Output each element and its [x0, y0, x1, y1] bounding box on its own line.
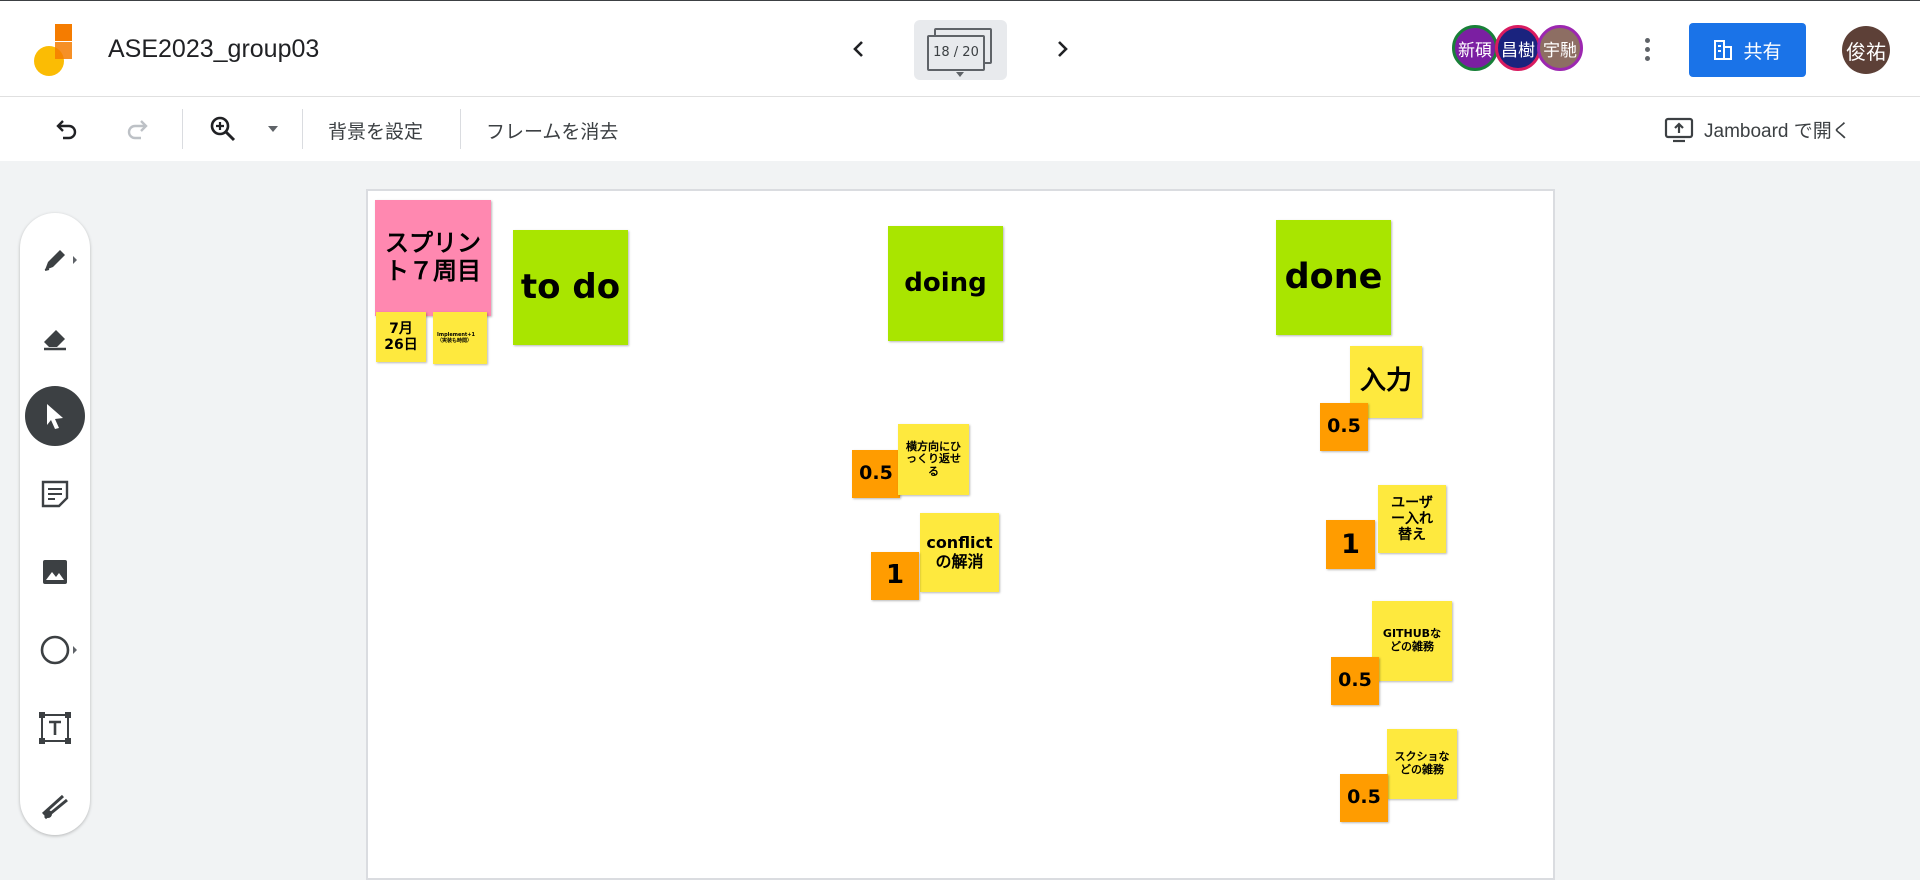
pen-icon [44, 250, 65, 271]
share-button[interactable]: 共有 [1689, 23, 1806, 77]
sticky-note-icon [41, 480, 69, 508]
eraser-tool[interactable] [25, 308, 85, 368]
previous-frame-button[interactable] [843, 33, 875, 65]
toolbar-divider [182, 109, 183, 149]
column-header-done[interactable]: done [1276, 220, 1391, 335]
zoom-menu-button[interactable] [255, 111, 291, 147]
open-in-jamboard-label: Jamboard で開く [1704, 120, 1851, 142]
text-box-tool[interactable] [25, 698, 85, 758]
select-icon [47, 404, 63, 429]
sticky-note[interactable]: 0.5 [852, 450, 900, 498]
open-in-jamboard-button[interactable]: Jamboard で開く [1664, 111, 1851, 147]
submenu-arrow-icon [73, 646, 77, 654]
shape-tool[interactable] [25, 620, 85, 680]
collaborator-avatar[interactable]: 新碩 [1452, 25, 1498, 71]
column-header-todo[interactable]: to do [513, 230, 628, 345]
chevron-right-icon [1058, 41, 1068, 57]
next-frame-button[interactable] [1046, 33, 1078, 65]
sticky-note[interactable]: 横方向にひっくり返せる [898, 424, 969, 495]
submenu-arrow-icon [73, 256, 77, 264]
app-header: ASE2023_group03 18 / 20 新碩 昌樹 宇馳 共有 俊祐 [0, 0, 1920, 97]
undo-icon [56, 120, 77, 140]
caret-down-icon [956, 72, 964, 77]
undo-button[interactable] [49, 111, 85, 147]
sticky-note[interactable]: Implement+1（実装も時間） [433, 312, 487, 364]
open-external-icon [1664, 117, 1694, 143]
text-box-icon [39, 712, 71, 744]
sticky-note[interactable]: GITHUBなどの雑務 [1372, 601, 1452, 681]
account-avatar[interactable]: 俊祐 [1842, 26, 1890, 74]
toolbar-divider [460, 109, 461, 149]
sticky-note[interactable]: 1 [1326, 520, 1375, 569]
frame-selector[interactable]: 18 / 20 [914, 20, 1007, 80]
zoom-in-icon [210, 116, 236, 142]
chevron-left-icon [853, 41, 863, 57]
collaborator-avatar[interactable]: 宇馳 [1537, 25, 1583, 71]
sticky-note[interactable]: 7月26日 [376, 312, 426, 362]
sticky-note[interactable]: 1 [871, 552, 919, 600]
select-tool[interactable] [25, 386, 85, 446]
eraser-icon [44, 330, 66, 351]
laser-tool[interactable] [25, 776, 85, 836]
caret-down-icon [268, 126, 278, 132]
more-options-button[interactable] [1632, 31, 1662, 67]
frame-counter: 18 / 20 [933, 45, 979, 60]
sticky-note[interactable]: ユーザー入れ替え [1378, 485, 1446, 553]
toolbar-divider [302, 109, 303, 149]
collaborator-avatar[interactable]: 昌樹 [1495, 25, 1541, 71]
sticky-note[interactable]: 0.5 [1331, 657, 1379, 705]
redo-button[interactable] [119, 111, 155, 147]
jam-board-canvas[interactable]: スプリント７周目 7月26日 Implement+1（実装も時間） to do … [366, 189, 1555, 880]
set-background-button[interactable]: 背景を設定 [328, 117, 423, 144]
zoom-button[interactable] [205, 111, 241, 147]
column-header-doing[interactable]: doing [888, 226, 1003, 341]
sticky-note[interactable]: スクショなどの雑務 [1387, 729, 1457, 799]
share-label: 共有 [1743, 40, 1782, 63]
jamboard-logo[interactable] [34, 23, 76, 77]
sticky-note-tool[interactable] [25, 464, 85, 524]
sticky-note[interactable]: 0.5 [1340, 774, 1388, 822]
image-icon [43, 560, 67, 584]
pen-tool[interactable] [25, 230, 85, 290]
board-title[interactable]: ASE2023_group03 [108, 35, 319, 64]
laser-icon [41, 794, 68, 820]
edit-toolbar: 背景を設定 フレームを消去 Jamboard で開く [0, 97, 1920, 161]
redo-icon [127, 120, 148, 140]
circle-icon [40, 635, 70, 665]
image-tool[interactable] [25, 542, 85, 602]
clear-frame-button[interactable]: フレームを消去 [486, 117, 618, 144]
building-icon [1714, 40, 1733, 60]
sticky-note[interactable]: スプリント７周目 [375, 200, 491, 316]
sticky-note[interactable]: 0.5 [1320, 403, 1368, 451]
tool-palette [20, 213, 90, 835]
sticky-note[interactable]: conflictの解消 [920, 513, 999, 592]
